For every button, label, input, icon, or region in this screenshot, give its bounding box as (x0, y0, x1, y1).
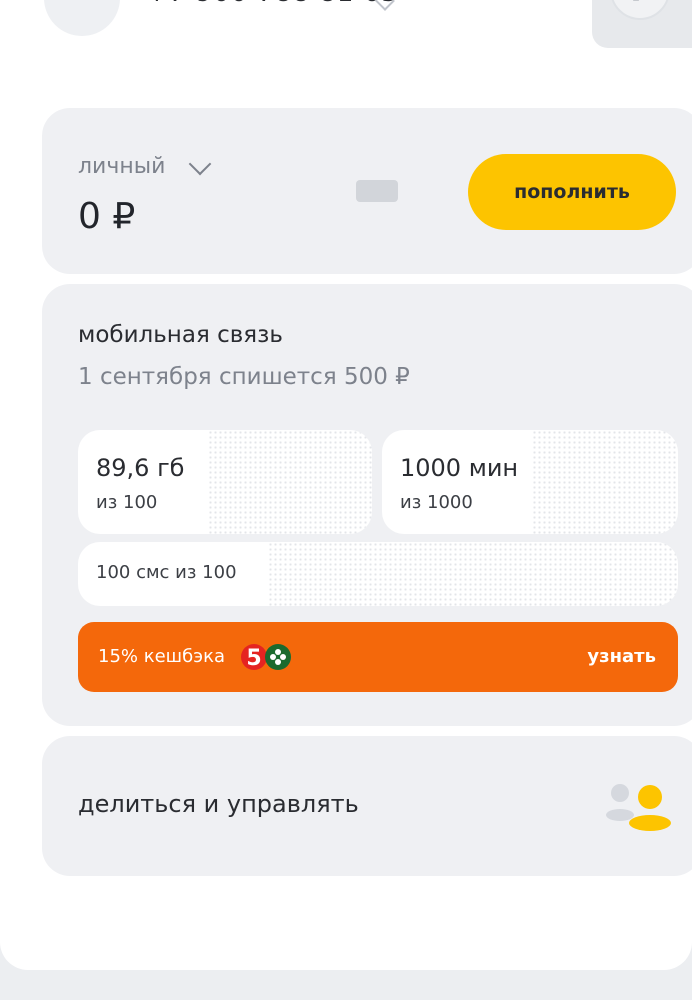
mobile-title: мобильная связь (78, 322, 283, 348)
arrow-icon: ↙ (630, 0, 647, 6)
collapse-button[interactable]: ↙ (592, 0, 692, 48)
balance-amount: 0 ₽ (78, 196, 136, 237)
internet-total: из 100 (96, 492, 158, 513)
mobile-plan-card[interactable]: мобильная связь 1 сентября спишется 500 … (42, 284, 692, 726)
logo-digit: 5 (246, 646, 261, 671)
cashback-banner[interactable]: 15% кешбэка 5 узнать (78, 622, 678, 692)
sms-remaining: 100 смс из 100 (96, 562, 237, 583)
cashback-text: 15% кешбэка (98, 646, 226, 667)
card-chip-icon (356, 180, 398, 202)
usage-fill (532, 430, 678, 534)
pyaterochka-logo-icon: 5 (241, 644, 291, 671)
sms-tile[interactable]: 100 смс из 100 (78, 542, 678, 606)
minutes-tile[interactable]: 1000 мин из 1000 (382, 430, 678, 534)
usage-fill (268, 542, 678, 606)
minutes-remaining: 1000 мин (400, 454, 519, 482)
share-manage-card[interactable]: делиться и управлять (42, 736, 692, 876)
usage-fill (208, 430, 372, 534)
users-icon (606, 784, 671, 831)
share-title: делиться и управлять (78, 790, 359, 818)
topup-button[interactable]: пополнить (468, 154, 676, 230)
account-selector-label[interactable]: личный (78, 154, 165, 179)
billing-date-text: 1 сентября спишется 500 ₽ (78, 364, 410, 390)
cashback-learn-link[interactable]: узнать (587, 646, 656, 667)
phone-number[interactable]: +7 900 788 81 05 (146, 0, 399, 8)
minutes-total: из 1000 (400, 492, 473, 513)
internet-tile[interactable]: 89,6 гб из 100 (78, 430, 372, 534)
balance-card: личный 0 ₽ пополнить (42, 108, 692, 274)
chevron-down-icon[interactable] (188, 152, 212, 176)
internet-remaining: 89,6 гб (96, 454, 185, 482)
